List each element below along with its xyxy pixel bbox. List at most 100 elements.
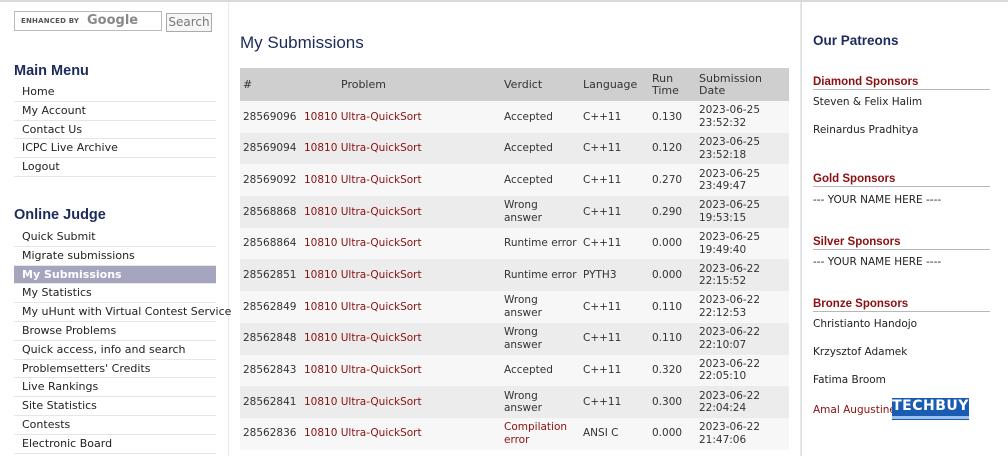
sponsor-name: Krzysztof Adamek [813,346,908,358]
problem-id-link[interactable]: 10810 [304,332,337,344]
language: PYTH3 [580,259,649,292]
menu-item-my-account[interactable]: My Account [14,102,216,121]
run-time: 0.110 [649,322,696,355]
menu-item-site-statistics[interactable]: Site Statistics [14,397,216,416]
problem-id-link[interactable]: 10810 [304,206,337,218]
search-input[interactable]: ENHANCED BY Google [14,11,162,31]
problem-id-link[interactable]: 10810 [304,174,337,186]
run-time: 0.320 [649,354,696,387]
menu-item-quick-submit[interactable]: Quick Submit [14,228,216,247]
header-submission-date: Submission Date [696,68,789,101]
menu-item-browse-problems[interactable]: Browse Problems [14,322,216,341]
sponsor-name-link[interactable]: Amal Augustine [813,404,896,416]
submission-date-day: 2023-06-25 [699,167,761,180]
menu-item-home[interactable]: Home [14,83,216,102]
menu-item-contact-us[interactable]: Contact Us [14,121,216,140]
run-time: 0.130 [649,101,696,133]
menu-item-electronic-board[interactable]: Electronic Board [14,435,216,454]
problem-name-link[interactable]: Ultra-QuickSort [341,111,422,123]
submission-date-day: 2023-06-22 [699,326,761,339]
run-time: 0.000 [649,259,696,292]
problem-id-link[interactable]: 10810 [304,269,337,281]
run-time: 0.270 [649,164,696,197]
table-row: 28569096 10810 Ultra-QuickSort Accepted C++… [240,101,789,133]
problem-name-link[interactable]: Ultra-QuickSort [341,142,422,154]
menu-item-migrate-submissions[interactable]: Migrate submissions [14,247,216,266]
sponsor-placeholder: --- YOUR NAME HERE ---- [813,256,942,268]
online-judge-menu: Quick Submit Migrate submissions My Subm… [14,228,231,454]
problem-name-link[interactable]: Ultra-QuickSort [341,206,422,218]
problem-id-link[interactable]: 10810 [304,111,337,123]
menu-item-my-uhunt[interactable]: My uHunt with Virtual Contest Service [14,303,231,322]
menu-item-my-statistics[interactable]: My Statistics [14,284,216,304]
menu-item-quick-access[interactable]: Quick access, info and search [14,341,216,360]
language: C++11 [580,291,649,323]
submission-id: 28568868 [240,196,301,228]
submission-date-time: 19:53:15 [699,211,747,224]
patreons-title: Our Patreons [813,33,899,48]
problem-id-link[interactable]: 10810 [304,142,337,154]
run-time: 0.000 [649,417,696,450]
menu-item-problemsetters-credits[interactable]: Problemsetters' Credits [14,360,216,379]
verdict: Accepted [501,101,580,133]
submission-id: 28569092 [240,164,301,197]
problem-id-link[interactable]: 10810 [304,427,337,439]
table-row: 28562836 10810 Ultra-QuickSort Compilation… [240,417,789,450]
search-button[interactable]: Search [166,13,212,32]
verdict: Wrong answer [501,196,580,228]
menu-item-icpc-live-archive[interactable]: ICPC Live Archive [14,139,216,159]
problem-name-link[interactable]: Ultra-QuickSort [341,237,422,249]
submission-date-time: 22:15:52 [699,275,747,288]
submission-id: 28562836 [240,417,301,450]
problem-name-link[interactable]: Ultra-QuickSort [341,396,422,408]
sponsor-placeholder: --- YOUR NAME HERE ---- [813,194,942,206]
problem-name-link[interactable]: Ultra-QuickSort [341,301,422,313]
menu-item-live-rankings[interactable]: Live Rankings [14,378,216,398]
table-row: 28562843 10810 Ultra-QuickSort Accepted C++… [240,354,789,387]
submission-id: 28562841 [240,386,301,418]
problem-id-link[interactable]: 10810 [304,301,337,313]
submission-date-time: 22:04:24 [699,402,747,415]
problem-name-link[interactable]: Ultra-QuickSort [341,427,422,439]
submission-date: 2023-06-22 21:47:06 [696,417,789,450]
submission-date-day: 2023-06-22 [699,294,761,307]
problem-id-link[interactable]: 10810 [304,396,337,408]
problem-name-link[interactable]: Ultra-QuickSort [341,174,422,186]
problem-name-link[interactable]: Ultra-QuickSort [341,332,422,344]
table-row: 28569092 10810 Ultra-QuickSort Accepted C++… [240,164,789,197]
verdict: Accepted [501,132,580,165]
submission-date-day: 2023-06-25 [699,199,761,212]
google-logo: Google [87,13,139,28]
run-time: 0.120 [649,132,696,165]
submission-date-time: 22:10:07 [699,338,747,351]
gold-sponsors-title: Gold Sponsors [813,173,990,187]
right-sidebar [801,2,1008,456]
language: ANSI C [580,417,649,450]
submission-date: 2023-06-22 22:05:10 [696,354,789,387]
submission-id: 28568864 [240,227,301,260]
table-row: 28568864 10810 Ultra-QuickSort Runtime err… [240,227,789,260]
submission-date: 2023-06-22 22:10:07 [696,322,789,355]
verdict: Accepted [501,164,580,197]
language: C++11 [580,354,649,387]
submission-date-time: 23:52:18 [699,148,747,161]
menu-item-logout[interactable]: Logout [14,158,216,177]
sponsor-name: Christianto Handojo [813,318,918,330]
menu-item-my-submissions[interactable]: My Submissions [14,265,216,285]
problem-name-link[interactable]: Ultra-QuickSort [341,269,422,281]
menu-item-contests[interactable]: Contests [14,416,216,435]
sponsor-name: Fatima Broom [813,374,886,386]
run-time: 0.000 [649,227,696,260]
submission-date-day: 2023-06-25 [699,104,761,117]
main-menu: Home My Account Contact Us ICPC Live Arc… [14,83,216,177]
run-time: 0.300 [649,386,696,418]
submission-date: 2023-06-22 22:12:53 [696,291,789,323]
problem-id-link[interactable]: 10810 [304,237,337,249]
table-header-row: # Problem Verdict Language Run Time Subm… [240,68,789,101]
language: C++11 [580,101,649,133]
techbuy-logo-text: TECHBUY [892,398,969,414]
problem-name-link[interactable]: Ultra-QuickSort [341,364,422,376]
verdict[interactable]: Compilation error [501,417,580,450]
techbuy-logo[interactable]: TECHBUY [892,398,969,420]
problem-id-link[interactable]: 10810 [304,364,337,376]
